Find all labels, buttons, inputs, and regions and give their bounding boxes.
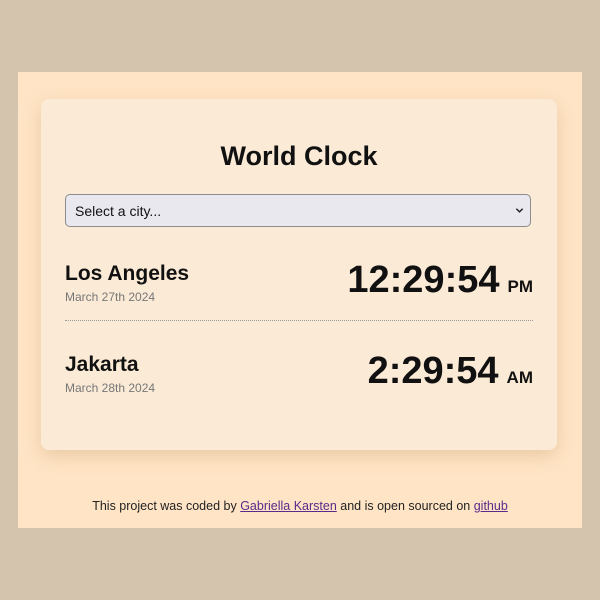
city-row-jakarta: Jakarta March 28th 2024 2:29:54 AM: [65, 350, 533, 410]
page-title: World Clock: [220, 141, 378, 171]
city-name: Los Angeles: [65, 262, 190, 285]
time-value: 2:29:54: [367, 350, 499, 392]
time-period: PM: [507, 277, 534, 296]
city-time: 2:29:54 AM: [368, 350, 533, 400]
footer-text-middle: and is open sourced on: [340, 499, 471, 513]
page: World Clock Select a city... Los Angeles…: [18, 72, 582, 528]
github-link[interactable]: github: [474, 499, 508, 513]
city-date: March 28th 2024: [65, 381, 156, 395]
chevron-down-icon: [515, 208, 524, 213]
author-link[interactable]: Gabriella Karsten: [240, 499, 337, 513]
footer: This project was coded by Gabriella Kars…: [18, 499, 582, 513]
time-value: 12:29:54: [347, 259, 500, 301]
world-clock-card: World Clock Select a city... Los Angeles…: [41, 99, 557, 450]
city-select[interactable]: Select a city...: [65, 194, 531, 227]
city-time: 12:29:54 PM: [347, 259, 533, 309]
time-period: AM: [506, 368, 533, 387]
row-divider: [65, 320, 533, 321]
city-date: March 27th 2024: [65, 290, 156, 304]
footer-text-before: This project was coded by: [92, 499, 237, 513]
city-name: Jakarta: [65, 353, 139, 376]
city-row-los-angeles: Los Angeles March 27th 2024 12:29:54 PM: [65, 259, 533, 319]
city-select-label: Select a city...: [75, 203, 162, 219]
